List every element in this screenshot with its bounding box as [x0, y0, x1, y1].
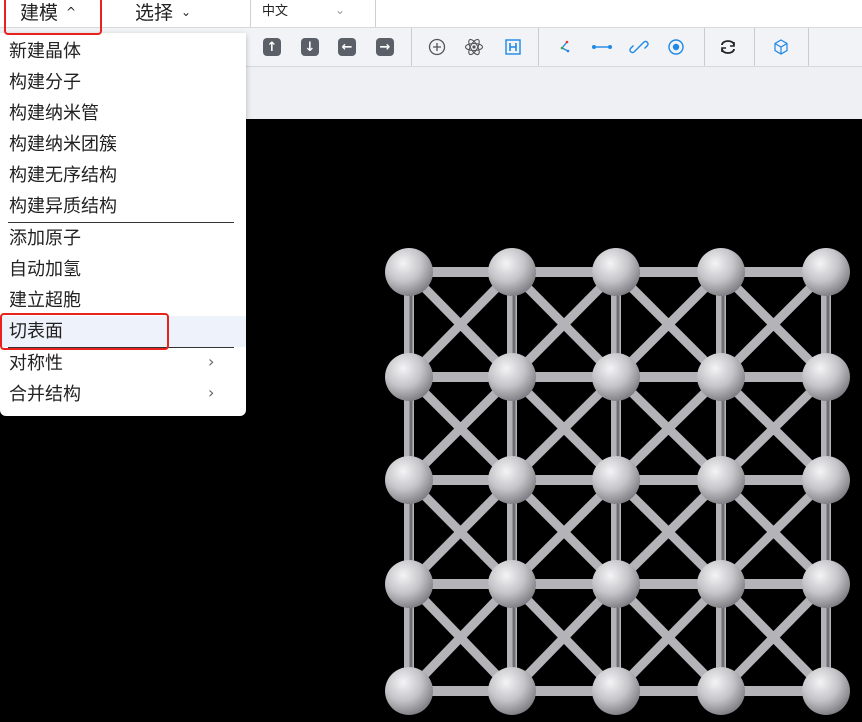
menu-item-build-nanocluster[interactable]: 构建纳米团簇: [0, 129, 246, 160]
atom[interactable]: [592, 667, 640, 715]
toolbar-group-bonds: [538, 28, 705, 66]
atom[interactable]: [488, 248, 536, 296]
menu-item-label: 添加原子: [9, 228, 81, 249]
atom[interactable]: [802, 667, 850, 715]
arrow-up-icon[interactable]: ↑: [261, 36, 283, 58]
menu-item-label: 构建纳米管: [9, 103, 99, 124]
atom[interactable]: [697, 248, 745, 296]
atom[interactable]: [385, 667, 433, 715]
menu-item-build-nanotube[interactable]: 构建纳米管: [0, 98, 246, 129]
menu-item-label: 构建无序结构: [9, 165, 117, 186]
menu-item-symmetry[interactable]: 对称性 ›: [0, 348, 246, 379]
menu-modeling-label: 建模: [20, 2, 59, 24]
toolbar-group-cell: [754, 28, 809, 66]
atom[interactable]: [802, 353, 850, 401]
angle-icon[interactable]: [554, 36, 576, 58]
atom[interactable]: [488, 667, 536, 715]
atom[interactable]: [385, 456, 433, 504]
link-icon[interactable]: [628, 36, 650, 58]
chevron-right-icon: ›: [208, 383, 215, 402]
atom[interactable]: [385, 353, 433, 401]
atom[interactable]: [592, 248, 640, 296]
menu-item-label: 自动加氢: [9, 259, 81, 280]
menu-item-auto-hydrogen[interactable]: 自动加氢: [0, 254, 246, 285]
atom[interactable]: [697, 667, 745, 715]
language-select[interactable]: 中文 ⌄: [250, 0, 376, 27]
chevron-down-icon: ⌄: [335, 3, 346, 17]
atom[interactable]: [802, 456, 850, 504]
menu-item-new-crystal[interactable]: 新建晶体: [0, 36, 246, 67]
menu-item-build-molecule[interactable]: 构建分子: [0, 67, 246, 98]
menu-select[interactable]: 选择 ⌄: [135, 0, 191, 27]
atom[interactable]: [385, 560, 433, 608]
atom[interactable]: [592, 456, 640, 504]
menu-item-build-disordered[interactable]: 构建无序结构: [0, 160, 246, 191]
menu-modeling[interactable]: 建模 ^: [20, 0, 76, 27]
atom[interactable]: [488, 353, 536, 401]
atom[interactable]: [385, 248, 433, 296]
add-atom-icon[interactable]: [426, 36, 448, 58]
atom[interactable]: [697, 560, 745, 608]
arrow-left-icon[interactable]: ←: [336, 36, 358, 58]
toolbar-group-move: ↑ ↓ ← →: [250, 28, 412, 66]
menubar: 建模 ^ 选择 ⌄ 中文 ⌄: [0, 0, 862, 28]
toolbar-group-view: [704, 28, 755, 66]
atom[interactable]: [488, 456, 536, 504]
atom[interactable]: [592, 560, 640, 608]
atom[interactable]: [697, 353, 745, 401]
menu-item-label: 新建晶体: [9, 41, 81, 62]
arrow-down-icon[interactable]: ↓: [299, 36, 321, 58]
menu-item-add-atom[interactable]: 添加原子: [0, 223, 246, 254]
hydrogen-icon[interactable]: [502, 36, 524, 58]
menu-item-label: 切表面: [9, 321, 63, 342]
refresh-icon[interactable]: [717, 36, 739, 58]
atom[interactable]: [697, 456, 745, 504]
toolbar-group-atoms: [411, 28, 539, 66]
menu-item-build-heterostructure[interactable]: 构建异质结构: [0, 191, 246, 222]
menu-item-label: 合并结构: [9, 384, 81, 405]
menu-item-label: 构建分子: [9, 72, 81, 93]
atom[interactable]: [488, 560, 536, 608]
rotate-icon[interactable]: [665, 36, 687, 58]
bond-icon[interactable]: [591, 36, 613, 58]
atom[interactable]: [802, 560, 850, 608]
chevron-right-icon: ›: [208, 352, 215, 371]
menu-item-label: 建立超胞: [9, 290, 81, 311]
cube-icon[interactable]: [770, 36, 792, 58]
menu-item-supercell[interactable]: 建立超胞: [0, 285, 246, 316]
menu-item-label: 构建异质结构: [9, 196, 117, 217]
language-select-value: 中文: [262, 4, 289, 19]
atom[interactable]: [802, 248, 850, 296]
chevron-down-icon: ⌄: [181, 5, 192, 19]
modeling-dropdown-menu: 新建晶体 构建分子 构建纳米管 构建纳米团簇 构建无序结构 构建异质结构 添加原…: [0, 33, 246, 416]
atom[interactable]: [592, 353, 640, 401]
menu-select-label: 选择: [135, 2, 174, 24]
menu-item-merge-structure[interactable]: 合并结构 ›: [0, 379, 246, 410]
menu-item-cleave-surface[interactable]: 切表面: [0, 316, 246, 347]
menu-item-label: 构建纳米团簇: [9, 134, 117, 155]
arrow-right-icon[interactable]: →: [374, 36, 396, 58]
atom-icon[interactable]: [463, 36, 485, 58]
menu-item-label: 对称性: [9, 353, 63, 374]
chevron-up-icon: ^: [66, 5, 77, 19]
